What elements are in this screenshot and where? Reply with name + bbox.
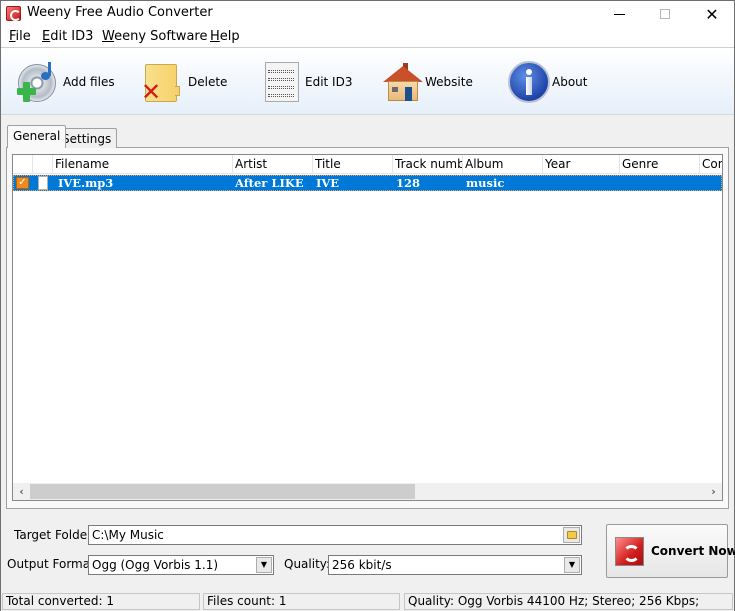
convert-now-label: Convert Now [651, 544, 735, 558]
output-format-label: Output Format: [7, 557, 99, 571]
folder-delete-icon: ✕ [141, 60, 185, 104]
about-button[interactable]: About [507, 58, 587, 106]
col-header-album[interactable]: Album [463, 155, 543, 174]
target-folder-input[interactable]: C:\My Music [88, 525, 582, 545]
menu-label: eeny Software [114, 29, 208, 44]
window-title: Weeny Free Audio Converter [27, 5, 213, 20]
title-bar: Weeny Free Audio Converter ✕ [1, 1, 734, 27]
close-icon: ✕ [705, 4, 719, 24]
music-sheet-icon [263, 60, 307, 104]
add-music-disc-icon [15, 60, 59, 104]
col-header-year[interactable]: Year [543, 155, 620, 174]
quality-value: 256 kbit/s [332, 558, 392, 572]
status-quality-info: Quality: Ogg Vorbis 44100 Hz; Stereo; 25… [404, 593, 733, 610]
menu-label: ile [15, 29, 31, 44]
file-list[interactable]: Filename Artist Title Track number Album… [12, 154, 723, 501]
chevron-down-icon[interactable]: ▼ [564, 557, 580, 573]
row-checkbox[interactable]: ✓ [16, 177, 29, 189]
menu-file[interactable]: File [9, 29, 31, 44]
target-folder-label: Target Folder: [14, 528, 96, 542]
col-header-comment[interactable]: Com [700, 155, 722, 174]
col-header-track-number[interactable]: Track number [393, 155, 463, 174]
menu-edit-id3[interactable]: Edit ID3 [42, 29, 93, 44]
scroll-left-icon[interactable]: ‹ [13, 483, 30, 500]
website-label: Website [425, 75, 473, 89]
status-files-count: Files count: 1 [203, 593, 400, 610]
quality-label: Quality: [284, 557, 331, 571]
convert-refresh-icon [615, 537, 644, 566]
menu-label: dit ID3 [50, 29, 94, 44]
edit-id3-label: Edit ID3 [305, 75, 353, 89]
file-icon [38, 176, 48, 190]
col-header-title[interactable]: Title [313, 155, 393, 174]
maximize-icon [660, 9, 670, 19]
delete-button[interactable]: ✕ Delete [141, 58, 227, 106]
col-header-icon[interactable] [33, 155, 53, 174]
add-files-button[interactable]: Add files [15, 58, 115, 106]
col-header-check[interactable] [13, 155, 33, 174]
website-button[interactable]: Website [381, 58, 473, 106]
cell-artist: After LIKE [235, 176, 304, 190]
quality-select[interactable]: 256 kbit/s ▼ [328, 555, 582, 575]
status-bar: Total converted: 1 Files count: 1 Qualit… [1, 592, 734, 611]
menu-label: elp [219, 29, 240, 44]
col-header-filename[interactable]: Filename [53, 155, 233, 174]
maximize-button[interactable] [642, 1, 688, 27]
add-files-label: Add files [63, 75, 115, 89]
col-header-artist[interactable]: Artist [233, 155, 313, 174]
browse-folder-button[interactable] [563, 527, 580, 543]
about-label: About [552, 75, 588, 89]
cell-filename: IVE.mp3 [58, 176, 114, 190]
list-header: Filename Artist Title Track number Album… [13, 155, 722, 174]
house-icon [381, 60, 425, 104]
close-button[interactable]: ✕ [689, 1, 735, 27]
cell-track-number: 128 [396, 176, 421, 190]
app-window: Weeny Free Audio Converter ✕ File Edit I… [0, 0, 735, 611]
col-header-genre[interactable]: Genre [620, 155, 700, 174]
cell-album: music [466, 176, 505, 190]
menu-bar: File Edit ID3 Weeny Software Help [1, 27, 734, 47]
app-logo-icon [6, 6, 21, 21]
scroll-right-icon[interactable]: › [705, 483, 722, 500]
table-row[interactable]: ✓ IVE.mp3 After LIKE IVE 128 music [13, 175, 722, 191]
output-format-value: Ogg (Ogg Vorbis 1.1) [92, 558, 219, 572]
output-format-select[interactable]: Ogg (Ogg Vorbis 1.1) ▼ [88, 555, 274, 575]
menu-help[interactable]: Help [210, 29, 240, 44]
scrollbar-thumb[interactable] [30, 484, 415, 499]
target-folder-value: C:\My Music [92, 528, 164, 542]
convert-now-button[interactable]: Convert Now [606, 524, 735, 578]
minimize-icon [613, 13, 625, 15]
folder-icon [566, 531, 577, 539]
menu-accel: H [210, 29, 220, 44]
horizontal-scrollbar[interactable]: ‹ › [13, 483, 722, 500]
status-total-converted: Total converted: 1 [2, 593, 200, 610]
toolbar: Add files ✕ Delete Edit ID3 Website Abou… [1, 47, 734, 115]
delete-label: Delete [188, 75, 228, 89]
cell-title: IVE [316, 176, 340, 190]
minimize-button[interactable] [596, 1, 642, 27]
menu-accel: W [102, 29, 115, 44]
chevron-down-icon[interactable]: ▼ [256, 557, 272, 573]
tab-general[interactable]: General [7, 125, 67, 148]
info-icon [507, 60, 551, 104]
edit-id3-button[interactable]: Edit ID3 [263, 58, 352, 106]
menu-accel: E [42, 29, 51, 44]
menu-weeny-software[interactable]: Weeny Software [102, 29, 207, 44]
